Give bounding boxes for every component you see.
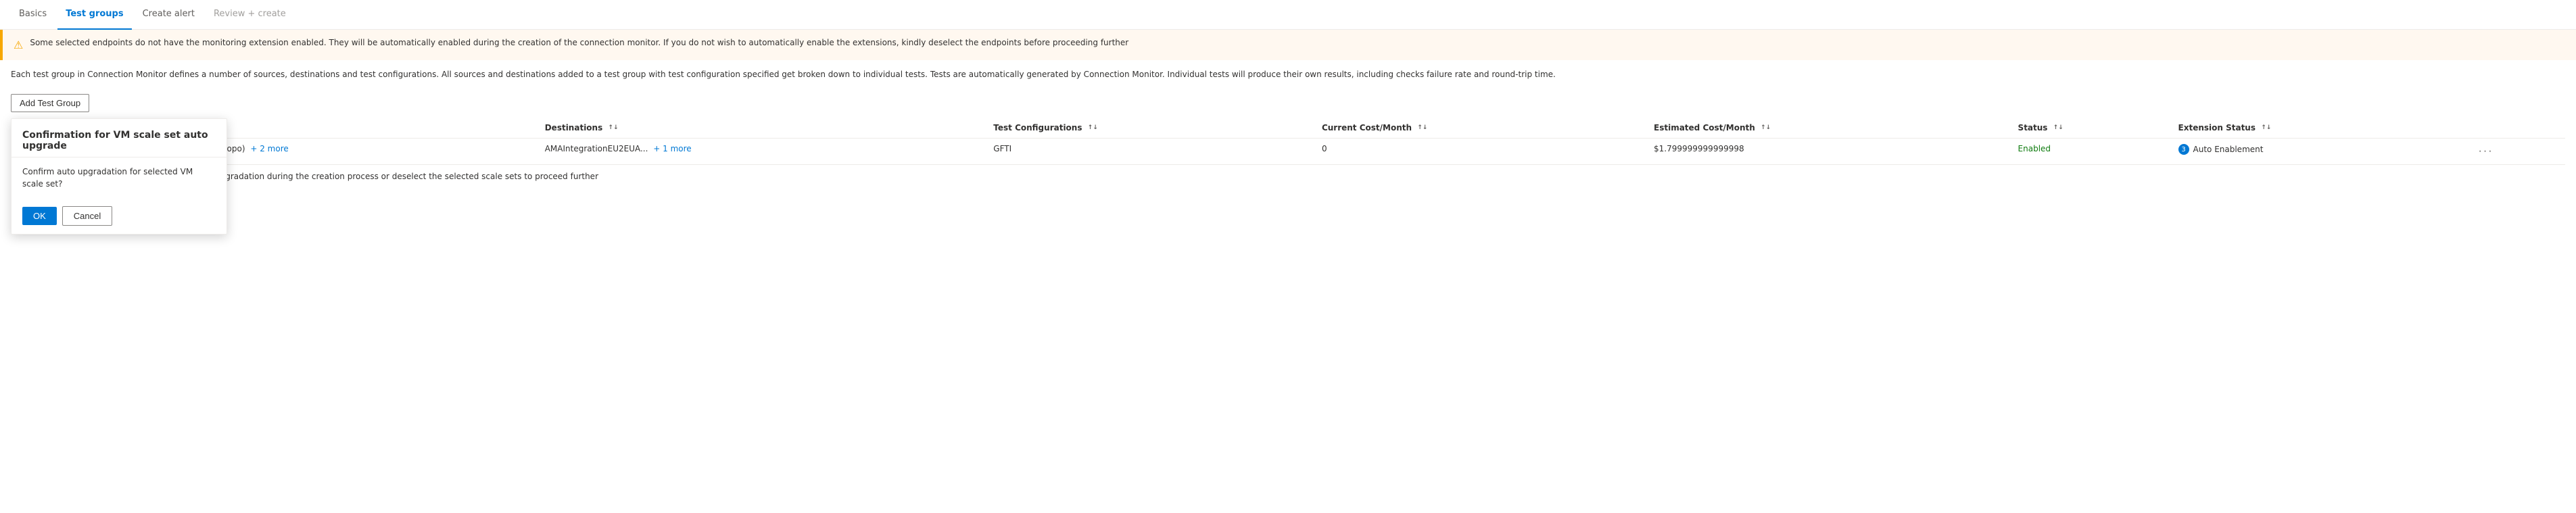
- sort-extension-status[interactable]: ↑↓: [2261, 125, 2271, 131]
- sort-current-cost[interactable]: ↑↓: [1417, 125, 1427, 131]
- cell-current-cost: 0: [1316, 139, 1648, 165]
- cell-estimated-cost: $1.799999999999998: [1648, 139, 2013, 165]
- toolbar: Add Test Group: [0, 89, 2576, 118]
- table-row: SCFAC Vnet1(anujaintopo) + 2 more AMAInt…: [11, 139, 2565, 165]
- cell-status: Enabled: [2013, 139, 2173, 165]
- modal-title: Confirmation for VM scale set auto upgra…: [11, 119, 226, 157]
- cell-destinations: AMAIntegrationEU2EUA... + 1 more: [540, 139, 988, 165]
- modal-ok-button[interactable]: OK: [22, 207, 57, 225]
- tab-basics[interactable]: Basics: [11, 0, 55, 30]
- warning-banner: ⚠ Some selected endpoints do not have th…: [0, 30, 2576, 60]
- cell-extension-status: 3 Auto Enablement: [2173, 139, 2469, 165]
- description-text: Each test group in Connection Monitor de…: [0, 60, 2576, 89]
- warning-icon: ⚠: [14, 37, 23, 53]
- col-header-extension-status: Extension Status ↑↓: [2173, 118, 2469, 139]
- extension-status-icon: 3: [2178, 144, 2189, 155]
- tab-review-create[interactable]: Review + create: [206, 0, 294, 30]
- cell-more-options: ···: [2469, 139, 2565, 165]
- sort-destinations[interactable]: ↑↓: [608, 125, 618, 131]
- test-groups-table: Name ↑↓ Sources ↑↓ Destinations ↑↓ Test …: [11, 118, 2565, 165]
- sort-estimated-cost[interactable]: ↑↓: [1761, 125, 1771, 131]
- col-header-estimated-cost: Estimated Cost/Month ↑↓: [1648, 118, 2013, 139]
- destinations-more-link[interactable]: + 1 more: [653, 144, 691, 153]
- sort-status[interactable]: ↑↓: [2053, 125, 2064, 131]
- col-header-destinations: Destinations ↑↓: [540, 118, 988, 139]
- warning-text: Some selected endpoints do not have the …: [30, 36, 1128, 49]
- more-options-button[interactable]: ···: [2475, 144, 2498, 159]
- modal-footer: OK Cancel: [11, 198, 226, 234]
- cell-test-configurations: GFTI: [988, 139, 1316, 165]
- modal-cancel-button[interactable]: Cancel: [62, 206, 112, 226]
- add-test-group-button[interactable]: Add Test Group: [11, 94, 89, 112]
- test-groups-table-container: Name ↑↓ Sources ↑↓ Destinations ↑↓ Test …: [0, 118, 2576, 165]
- sort-test-configs[interactable]: ↑↓: [1088, 125, 1098, 131]
- checkbox-area: Enable Network watcher extension ⓘ: [0, 188, 2576, 212]
- modal-dialog: Confirmation for VM scale set auto upgra…: [11, 118, 227, 235]
- table-warning: Watcher extension enablement. Kindly all…: [0, 165, 2576, 188]
- col-header-current-cost: Current Cost/Month ↑↓: [1316, 118, 1648, 139]
- sources-more-link[interactable]: + 2 more: [250, 144, 288, 153]
- top-navigation: Basics Test groups Create alert Review +…: [0, 0, 2576, 30]
- tab-create-alert[interactable]: Create alert: [135, 0, 203, 30]
- col-header-status: Status ↑↓: [2013, 118, 2173, 139]
- modal-body: Confirm auto upgradation for selected VM…: [11, 157, 226, 198]
- tab-test-groups[interactable]: Test groups: [57, 0, 131, 30]
- col-header-test-configurations: Test Configurations ↑↓: [988, 118, 1316, 139]
